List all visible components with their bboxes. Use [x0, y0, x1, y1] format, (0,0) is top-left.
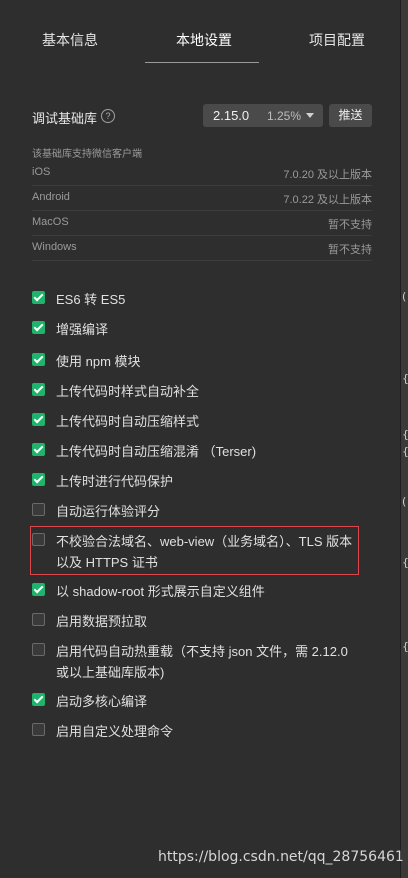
tab-basic-info[interactable]: 基本信息	[42, 30, 98, 50]
support-row-ios: iOS 7.0.20 及以上版本	[32, 161, 372, 186]
option-label: 以 shadow-root 形式展示自定义组件	[56, 584, 265, 599]
support-value: 暂不支持	[328, 244, 372, 256]
support-os: Android	[32, 191, 70, 203]
option-label: 增强编译	[56, 322, 109, 337]
checkbox[interactable]	[32, 383, 45, 396]
option-label: 上传代码时自动压缩混淆 （Terser)	[56, 444, 257, 459]
push-button[interactable]: 推送	[329, 104, 372, 127]
option-label: 上传代码时样式自动补全	[56, 384, 200, 399]
checkbox[interactable]	[32, 693, 45, 706]
support-os: iOS	[32, 166, 51, 178]
option-label: 使用 npm 模块	[56, 354, 141, 369]
checkbox[interactable]	[32, 613, 45, 626]
option-label: 启动多核心编译	[56, 694, 148, 709]
checkbox[interactable]	[32, 723, 45, 736]
option-label: 上传时进行代码保护	[56, 474, 174, 489]
edge-glyph: {	[402, 640, 408, 653]
editor-edge-strip: ( { { { ( { {	[400, 0, 408, 878]
highlight-annotation-box	[30, 526, 359, 575]
support-os: MacOS	[32, 216, 69, 228]
tab-project-config[interactable]: 项目配置	[309, 30, 365, 50]
support-heading: 该基础库支持微信客户端	[32, 149, 142, 160]
support-value: 暂不支持	[328, 219, 372, 231]
base-library-version-select[interactable]: 2.15.0 1.25%	[203, 104, 323, 127]
help-icon[interactable]: ?	[101, 109, 115, 123]
support-os: Windows	[32, 241, 77, 253]
divider	[400, 0, 401, 878]
checkbox[interactable]	[32, 473, 45, 486]
tab-bar: 基本信息 本地设置 项目配置	[0, 0, 400, 63]
support-value: 7.0.20 及以上版本	[283, 169, 372, 181]
support-row-android: Android 7.0.22 及以上版本	[32, 186, 372, 211]
edge-glyph: {	[402, 556, 408, 569]
checkbox[interactable]	[32, 583, 45, 596]
checkbox[interactable]	[32, 443, 45, 456]
support-row-windows: Windows 暂不支持	[32, 236, 372, 261]
edge-glyph: (	[402, 290, 407, 303]
edge-glyph: {	[402, 445, 408, 458]
support-value: 7.0.22 及以上版本	[283, 194, 372, 206]
base-library-row: 调试基础库 ? 2.15.0 1.25% 推送	[32, 104, 372, 128]
edge-glyph: {	[402, 428, 408, 441]
checkbox[interactable]	[32, 643, 45, 656]
option-label: ES6 转 ES5	[56, 292, 126, 307]
support-row-macos: MacOS 暂不支持	[32, 211, 372, 236]
option-label: 启用代码自动热重载（不支持 json 文件，需 2.12.0 或以上基础库版本)	[56, 644, 348, 680]
option-label: 自动运行体验评分	[56, 504, 161, 519]
checkbox[interactable]	[32, 503, 45, 516]
option-label: 上传代码时自动压缩样式	[56, 414, 200, 429]
version-value: 2.15.0	[213, 108, 250, 123]
base-library-label: 调试基础库	[32, 111, 98, 126]
checkbox[interactable]	[32, 413, 45, 426]
edge-glyph: (	[402, 495, 407, 508]
edge-glyph: {	[402, 372, 408, 385]
checkbox[interactable]	[32, 291, 45, 304]
watermark-text: https://blog.csdn.net/qq_28756461	[158, 849, 404, 865]
active-tab-indicator	[145, 62, 259, 63]
chevron-down-icon	[306, 113, 314, 118]
option-label: 启用自定义处理命令	[56, 724, 174, 739]
checkbox[interactable]	[32, 321, 45, 334]
checkbox[interactable]	[32, 353, 45, 366]
settings-panel: 基本信息 本地设置 项目配置 调试基础库 ? 2.15.0 1.25% 推送 该…	[0, 0, 400, 878]
option-label: 启用数据预拉取	[56, 614, 148, 629]
version-usage-percent: 1.25%	[267, 109, 302, 123]
tab-local-settings[interactable]: 本地设置	[176, 30, 232, 50]
